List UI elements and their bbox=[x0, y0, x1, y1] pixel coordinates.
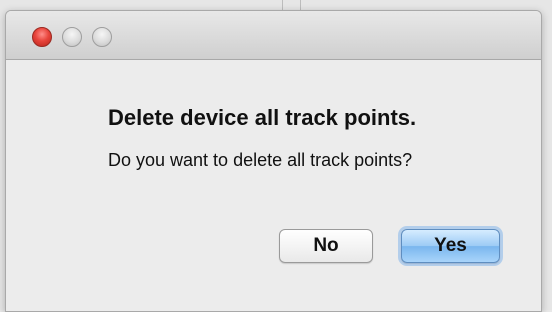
close-icon[interactable] bbox=[32, 27, 52, 47]
dialog-message: Do you want to delete all track points? bbox=[108, 150, 413, 170]
minimize-icon[interactable] bbox=[62, 27, 82, 47]
yes-button[interactable]: Yes bbox=[401, 229, 500, 263]
dialog-title: Delete device all track points. bbox=[108, 105, 417, 130]
title-bar bbox=[6, 11, 541, 60]
no-button[interactable]: No bbox=[279, 229, 373, 263]
alert-dialog: Delete device all track points. Do you w… bbox=[5, 10, 542, 312]
dialog-content: Delete device all track points. Do you w… bbox=[6, 60, 541, 311]
zoom-icon[interactable] bbox=[92, 27, 112, 47]
